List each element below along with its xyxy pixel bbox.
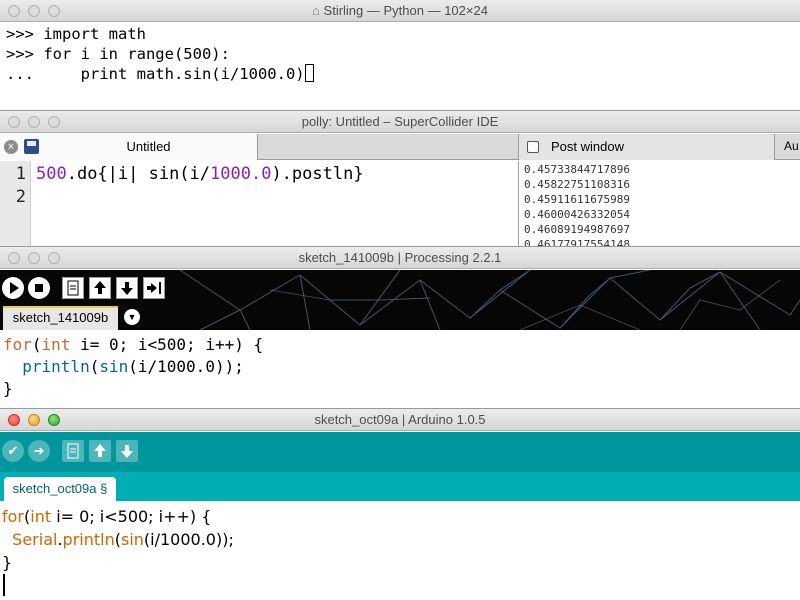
code-function: println bbox=[22, 357, 90, 376]
code-keyword: for bbox=[3, 335, 32, 354]
window-title: sketch_141009b | Processing 2.2.1 bbox=[298, 250, 502, 265]
code-line: } bbox=[3, 379, 13, 398]
new-button[interactable] bbox=[62, 277, 84, 299]
save-icon bbox=[24, 139, 39, 154]
console-line: ... print math.sin(i/1000.0) bbox=[6, 64, 794, 84]
new-file-icon bbox=[67, 443, 79, 459]
supercollider-titlebar[interactable]: polly: Untitled – SuperCollider IDE bbox=[0, 111, 800, 133]
tab-sketch[interactable]: sketch_oct09a § bbox=[4, 477, 116, 501]
code-text: ( bbox=[31, 335, 42, 354]
line-number: 2 bbox=[15, 187, 26, 207]
code-keyword: int bbox=[30, 507, 52, 526]
tab-label: Untitled bbox=[126, 139, 171, 154]
code-text: i= 0; i<500; i++) { bbox=[70, 335, 264, 354]
arrow-down-icon bbox=[121, 282, 133, 295]
window-title: sketch_oct09a | Arduino 1.0.5 bbox=[314, 412, 486, 427]
console-line-text: ... print math.sin(i/1000.0) bbox=[6, 65, 305, 83]
code-text: ).postln} bbox=[271, 164, 364, 184]
tab-label: Post window bbox=[551, 139, 624, 154]
terminal-window: ⌂ Stirling — Python — 102×24 >>> import … bbox=[0, 0, 800, 110]
arduino-toolbar: ✔ ➜ bbox=[0, 432, 800, 472]
open-button[interactable] bbox=[89, 440, 111, 462]
code-line: for(int i= 0; i<500; i++) { bbox=[3, 334, 263, 356]
code-function: println bbox=[62, 530, 115, 549]
code-text: (i/1000.0)); bbox=[143, 530, 234, 549]
code-line: Serial.println(sin(i/1000.0)); bbox=[2, 528, 234, 551]
code-line: for(int i= 0; i<500; i++) { bbox=[2, 505, 234, 528]
post-line: 0.46089194987697 bbox=[524, 223, 630, 236]
sc-tab-bar: × Untitled Post window Au bbox=[0, 134, 800, 160]
run-button[interactable] bbox=[2, 277, 24, 299]
code-editor[interactable]: for(int i= 0; i<500; i++) { Serial.print… bbox=[2, 505, 234, 574]
export-button[interactable] bbox=[143, 277, 165, 299]
arrow-up-icon bbox=[94, 444, 106, 457]
post-line: 0.45733844717896 bbox=[524, 163, 630, 176]
console-line: >>> import math bbox=[6, 25, 146, 43]
processing-window: sketch_141009b | Processing 2.2.1 sketch… bbox=[0, 246, 800, 408]
processing-toolbar bbox=[0, 270, 800, 330]
save-button[interactable] bbox=[116, 440, 138, 462]
window-title: Stirling — Python — 102×24 bbox=[323, 3, 488, 18]
code-function: sin bbox=[120, 530, 144, 549]
code-text: ( bbox=[89, 357, 100, 376]
tab-truncated[interactable]: Au bbox=[784, 139, 799, 153]
code-text: (i/1000.0)); bbox=[128, 357, 244, 376]
text-cursor bbox=[3, 574, 5, 596]
code-text: .do{|i| sin(i/ bbox=[66, 164, 211, 184]
console-line: >>> for i in range(500): bbox=[6, 45, 230, 63]
terminal-titlebar[interactable]: ⌂ Stirling — Python — 102×24 bbox=[0, 0, 800, 22]
undock-icon[interactable] bbox=[527, 141, 539, 153]
code-keyword: for bbox=[2, 507, 24, 526]
stop-button[interactable] bbox=[28, 277, 50, 299]
stop-icon bbox=[35, 284, 43, 292]
code-object: Serial bbox=[12, 530, 58, 549]
arrow-right-icon: ➜ bbox=[33, 443, 45, 458]
arduino-titlebar[interactable]: sketch_oct09a | Arduino 1.0.5 bbox=[0, 409, 800, 431]
window-title: polly: Untitled – SuperCollider IDE bbox=[301, 114, 499, 129]
supercollider-window: polly: Untitled – SuperCollider IDE × Un… bbox=[0, 110, 800, 248]
code-line: } bbox=[2, 553, 13, 572]
code-function: sin bbox=[99, 357, 129, 376]
terminal-console[interactable]: >>> import math >>> for i in range(500):… bbox=[0, 22, 800, 86]
checkmark-icon: ✔ bbox=[7, 443, 19, 458]
open-button[interactable] bbox=[89, 277, 111, 299]
arduino-tab-bar: sketch_oct09a § bbox=[0, 472, 800, 501]
code-number: 500 bbox=[36, 164, 67, 184]
line-number: 1 bbox=[15, 164, 26, 184]
arrow-down-icon bbox=[121, 445, 133, 458]
new-button[interactable] bbox=[62, 440, 84, 462]
tab-menu-icon[interactable]: ▼ bbox=[124, 309, 140, 325]
code-editor[interactable]: for(int i= 0; i<500; i++) { println(sin(… bbox=[3, 334, 263, 400]
save-button[interactable] bbox=[116, 277, 138, 299]
tab-post-window[interactable]: Post window bbox=[518, 134, 775, 160]
post-window-output[interactable]: 0.45733844717896 0.45822751108316 0.4591… bbox=[518, 161, 800, 248]
play-icon bbox=[10, 282, 19, 294]
post-line: 0.45911611675989 bbox=[524, 193, 630, 206]
code-number: 1000.0 bbox=[210, 164, 272, 184]
code-line: println(sin(i/1000.0)); bbox=[3, 356, 263, 378]
tab-sketch[interactable]: sketch_141009b bbox=[3, 306, 118, 330]
upload-button[interactable]: ➜ bbox=[28, 440, 50, 462]
arrow-up-icon bbox=[94, 281, 106, 294]
tab-untitled[interactable]: × Untitled bbox=[0, 134, 258, 160]
post-line: 0.45822751108316 bbox=[524, 178, 630, 191]
code-editor[interactable]: 500.do{|i| sin(i/1000.0).postln} bbox=[36, 163, 364, 186]
arduino-window: sketch_oct09a | Arduino 1.0.5 ✔ ➜ sketch… bbox=[0, 408, 800, 600]
line-number-gutter: 1 2 bbox=[0, 161, 31, 248]
code-keyword: int bbox=[41, 335, 71, 354]
verify-button[interactable]: ✔ bbox=[2, 440, 24, 462]
code-text: i= 0; i<500; i++) { bbox=[51, 507, 212, 526]
export-icon bbox=[147, 282, 161, 294]
text-cursor bbox=[304, 64, 314, 82]
processing-titlebar[interactable]: sketch_141009b | Processing 2.2.1 bbox=[0, 247, 800, 269]
new-file-icon bbox=[67, 280, 79, 296]
post-line: 0.46000426332054 bbox=[524, 208, 630, 221]
close-tab-icon[interactable]: × bbox=[4, 140, 18, 154]
home-icon: ⌂ bbox=[312, 3, 320, 18]
